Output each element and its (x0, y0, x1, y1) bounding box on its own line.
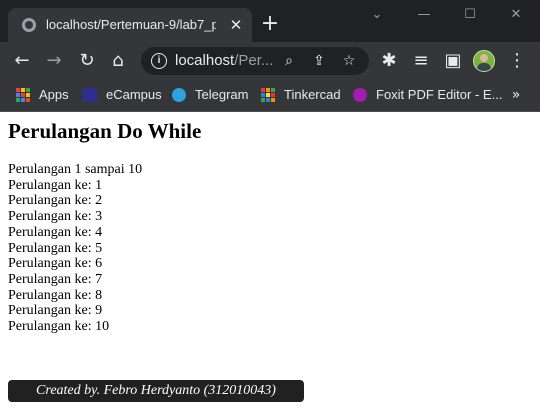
loop-intro: Perulangan 1 sampai 10 (8, 162, 143, 177)
loop-line: Perulangan ke: 2 (8, 193, 103, 209)
ecampus-icon (83, 88, 97, 102)
menu-kebab-icon[interactable]: ⋮ (505, 49, 529, 73)
loop-line: Perulangan ke: 3 (8, 209, 103, 225)
bookmark-star-icon[interactable]: ☆ (339, 51, 359, 71)
loop-line: Perulangan ke: 7 (8, 271, 103, 287)
home-button[interactable]: ⌂ (106, 49, 130, 73)
extensions-icon[interactable]: ✱ (377, 49, 401, 73)
bookmark-apps[interactable]: Apps (16, 85, 76, 105)
loop-output: Perulangan 1 sampai 10 Perulangan ke: 1 … (8, 162, 142, 335)
browser-toolbar: ← → ↻ ⌂ i localhost/Per... ⌕ ⇪ ☆ ✱ ≡ ▣ ⋮ (0, 42, 540, 80)
foxit-icon (353, 88, 367, 102)
bookmark-ecampus[interactable]: eCampus (83, 85, 163, 105)
page-content: Perulangan Do While Perulangan 1 sampai … (0, 112, 540, 413)
browser-chrome: localhost/Pertemuan-9/lab7_php ✕ + ⌄ — ☐… (0, 0, 540, 112)
tinkercad-icon (261, 88, 275, 102)
close-window-button[interactable]: ✕ (501, 4, 531, 26)
minimize-button[interactable]: — (409, 4, 439, 26)
address-url[interactable]: localhost/Per... (175, 52, 275, 70)
page-heading: Perulangan Do While (8, 119, 202, 143)
tab-title: localhost/Pertemuan-9/lab7_php (46, 17, 216, 32)
more-bookmarks-button[interactable]: » (506, 84, 526, 106)
loop-line: Perulangan ke: 4 (8, 224, 103, 240)
close-tab-icon[interactable]: ✕ (226, 15, 246, 35)
loop-line: Perulangan ke: 5 (8, 240, 103, 256)
share-icon[interactable]: ⇪ (309, 51, 329, 71)
loop-line: Perulangan ke: 10 (8, 319, 110, 335)
loop-line: Perulangan ke: 1 (8, 177, 103, 193)
tab-search-icon[interactable]: ⌄ (362, 4, 392, 26)
bookmarks-bar: Apps eCampus Telegram Tinkercad Foxit PD… (0, 80, 540, 112)
media-control-icon[interactable]: ≡ (409, 49, 433, 73)
profile-avatar[interactable] (473, 50, 495, 72)
loop-line: Perulangan ke: 8 (8, 287, 103, 303)
back-button[interactable]: ← (10, 49, 34, 73)
apps-grid-icon (16, 88, 30, 102)
maximize-button[interactable]: ☐ (455, 4, 485, 26)
site-info-icon[interactable]: i (151, 53, 167, 69)
loop-line: Perulangan ke: 9 (8, 303, 103, 319)
tab-strip: localhost/Pertemuan-9/lab7_php ✕ + ⌄ — ☐… (0, 0, 540, 42)
url-path: /Per... (234, 52, 274, 69)
zoom-icon[interactable]: ⌕ (279, 51, 299, 71)
browser-tab[interactable]: localhost/Pertemuan-9/lab7_php ✕ (8, 8, 252, 42)
forward-button[interactable]: → (42, 49, 66, 73)
globe-icon (22, 18, 36, 32)
bookmark-foxit[interactable]: Foxit PDF Editor - E... (353, 85, 503, 105)
telegram-icon (172, 88, 186, 102)
author-footer: Created by. Febro Herdyanto (312010043) (8, 380, 304, 402)
reload-button[interactable]: ↻ (75, 49, 99, 73)
loop-line: Perulangan ke: 6 (8, 256, 103, 272)
address-bar[interactable]: i localhost/Per... ⌕ ⇪ ☆ (141, 47, 369, 75)
bookmark-tinkercad[interactable]: Tinkercad (261, 85, 343, 105)
bookmark-telegram[interactable]: Telegram (172, 85, 252, 105)
url-host: localhost (175, 52, 235, 69)
new-tab-button[interactable]: + (258, 12, 282, 36)
side-panel-icon[interactable]: ▣ (441, 49, 465, 73)
